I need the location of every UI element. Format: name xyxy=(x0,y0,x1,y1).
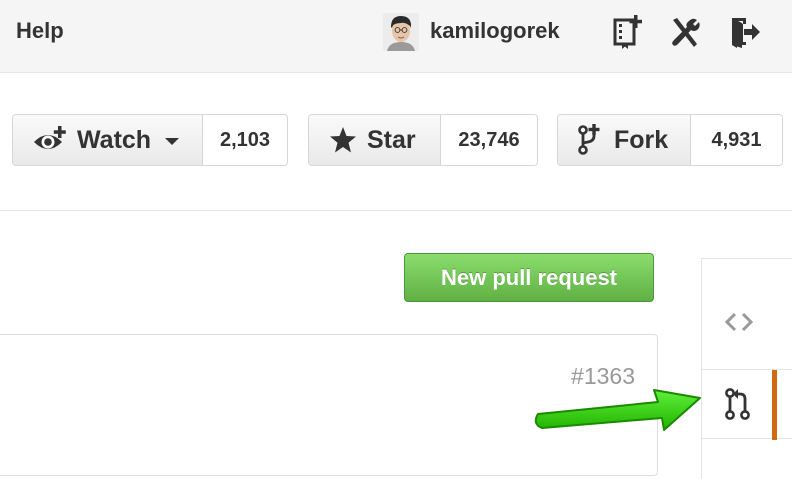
nav-item-pull-requests[interactable] xyxy=(702,369,792,440)
sign-out-icon[interactable] xyxy=(728,14,762,50)
fork-icon xyxy=(578,124,600,155)
repo-nav xyxy=(701,258,792,479)
star-button-group: Star 23,746 xyxy=(308,114,538,166)
star-count[interactable]: 23,746 xyxy=(441,115,537,165)
pull-request-icon xyxy=(725,388,750,420)
new-repo-icon[interactable] xyxy=(610,14,644,50)
section-divider xyxy=(0,210,792,211)
star-icon xyxy=(330,127,356,153)
new-pull-request-button[interactable]: New pull request xyxy=(404,253,654,302)
fork-button-group: Fork 4,931 xyxy=(557,114,783,166)
active-tab-indicator xyxy=(772,370,777,440)
avatar[interactable] xyxy=(383,13,419,51)
help-link[interactable]: Help xyxy=(16,18,64,44)
fork-label: Fork xyxy=(614,125,669,154)
avatar-image xyxy=(383,13,419,51)
nav-item-code[interactable] xyxy=(702,287,792,357)
site-header: Help kamilogorek xyxy=(0,0,792,73)
star-button[interactable]: Star xyxy=(309,115,441,165)
annotation-arrow-icon xyxy=(534,389,701,431)
code-icon xyxy=(724,312,754,332)
star-label: Star xyxy=(367,125,416,154)
fork-button[interactable]: Fork xyxy=(558,115,691,165)
fork-count[interactable]: 4,931 xyxy=(691,115,782,165)
watch-count[interactable]: 2,103 xyxy=(203,115,287,165)
settings-icon[interactable] xyxy=(668,14,702,50)
chevron-down-icon xyxy=(165,138,180,145)
watch-label: Watch xyxy=(77,125,152,154)
username[interactable]: kamilogorek xyxy=(430,18,560,44)
watch-button-group: Watch 2,103 xyxy=(12,114,288,166)
watch-button[interactable]: Watch xyxy=(13,115,203,165)
eye-icon xyxy=(34,126,66,149)
